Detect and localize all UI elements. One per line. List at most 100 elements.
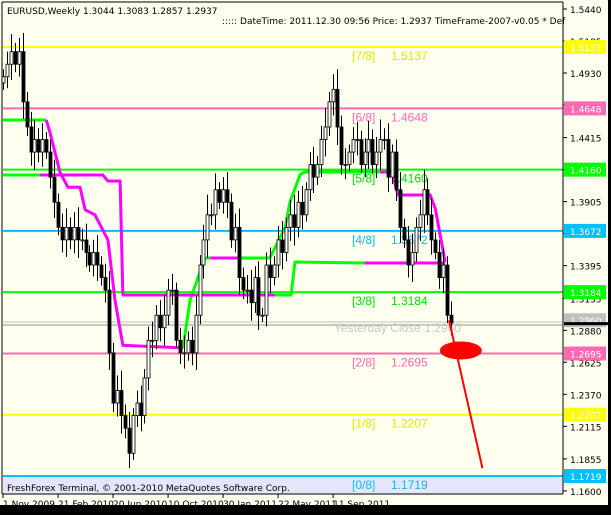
murrey-level-value: 1.5137	[391, 49, 428, 63]
bull-candle-body	[355, 139, 360, 141]
bull-candle-body	[91, 252, 96, 266]
bull-candle-body	[17, 51, 22, 65]
bull-candle-body	[422, 189, 427, 216]
bear-candle-body	[36, 139, 41, 153]
bear-candle-body	[335, 88, 340, 128]
info-line: ::::: DateTime: 2011.12.30 09:56 Price: …	[222, 17, 566, 27]
y-tick-label: 1.5440	[570, 6, 602, 16]
bear-candle-body	[190, 339, 195, 354]
chart[interactable]: [7/8] 1.5137 [6/8] 1.4648 [5/8] 1.4160 [4/8] 1.…	[0, 0, 611, 515]
bull-candle-body	[198, 264, 203, 316]
bull-candle-body	[80, 239, 85, 242]
candle	[198, 254, 203, 325]
y-tick-label: 1.2625	[570, 359, 602, 369]
bull-candle-body	[374, 151, 379, 166]
murrey-level-label: [4/8]	[352, 233, 375, 247]
y-tick-label: 1.3905	[570, 199, 602, 209]
bull-candle-body	[205, 214, 210, 241]
bull-candle-body	[154, 314, 159, 341]
bull-candle-body	[32, 139, 37, 153]
bear-candle-body	[127, 427, 132, 454]
bull-candle-body	[347, 151, 352, 166]
bull-candle-body	[135, 402, 140, 417]
bull-candle-body	[327, 101, 332, 128]
bear-candle-body	[398, 189, 403, 228]
candle	[131, 408, 136, 461]
copyright: FreshForex Terminal, © 2001-2010 MetaQuo…	[7, 484, 290, 494]
bull-candle-body	[131, 415, 136, 454]
bull-candle-body	[284, 226, 289, 253]
bear-candle-body	[249, 289, 254, 304]
bear-candle-body	[386, 139, 391, 178]
bull-candle-body	[72, 226, 77, 241]
bull-candle-body	[186, 339, 191, 354]
bull-candle-body	[170, 289, 175, 292]
bear-candle-body	[425, 189, 430, 216]
bear-candle-body	[84, 239, 89, 253]
x-tick-label: 22 May 2011	[278, 500, 337, 510]
bull-candle-body	[253, 277, 258, 304]
bull-candle-body	[331, 88, 336, 103]
bull-candle-body	[245, 289, 250, 292]
bull-candle-body	[162, 314, 167, 329]
bull-candle-body	[182, 352, 187, 355]
bear-candle-body	[402, 226, 407, 241]
candle	[445, 256, 450, 324]
murrey-level-value: 1.2207	[391, 417, 428, 431]
bull-candle-body	[201, 239, 206, 266]
bull-candle-body	[410, 252, 415, 266]
murrey-level-label: [2/8]	[352, 355, 375, 369]
bear-candle-body	[95, 252, 100, 266]
bull-candle-body	[146, 339, 151, 379]
bull-candle-body	[418, 214, 423, 228]
current-price-marker	[564, 322, 608, 326]
bull-candle-body	[264, 264, 269, 316]
x-tick-label: 30 Jan 2011	[223, 500, 277, 510]
bear-candle-body	[394, 151, 399, 191]
bear-candle-body	[406, 239, 411, 266]
bull-candle-body	[9, 51, 14, 65]
candle	[174, 282, 179, 348]
bear-candle-body	[68, 226, 73, 241]
bull-candle-body	[5, 63, 10, 78]
bear-candle-body	[300, 201, 305, 216]
y-tick-label: 1.2370	[570, 391, 602, 401]
bull-candle-body	[315, 164, 320, 178]
murrey-level-label: [3/8]	[352, 294, 375, 308]
bear-candle-body	[311, 164, 316, 178]
murrey-level-label: [1/8]	[352, 417, 375, 431]
bear-candle-body	[99, 264, 104, 278]
level-price-tag: 1.3184	[570, 289, 602, 299]
bear-candle-body	[268, 264, 273, 278]
bear-candle-body	[25, 101, 30, 128]
bear-candle-body	[429, 214, 434, 241]
y-tick-label: 1.4930	[570, 70, 602, 80]
level-price-tag: 1.1719	[570, 473, 602, 483]
bear-candle-body	[174, 289, 179, 341]
bear-candle-body	[21, 51, 26, 103]
bear-candle-body	[107, 289, 112, 354]
level-price-tag: 1.5137	[570, 44, 602, 54]
bull-candle-body	[308, 164, 313, 191]
bear-candle-body	[52, 176, 57, 203]
x-tick-label: 1 Nov 2009	[3, 500, 55, 510]
y-tick-label: 1.1600	[570, 488, 602, 498]
bear-candle-body	[370, 139, 375, 166]
bear-candle-body	[119, 390, 124, 417]
bull-candle-body	[319, 139, 324, 166]
bull-candle-body	[296, 201, 301, 228]
yesterday-close-label: Yesterday Close 1.2960	[334, 321, 461, 335]
bear-candle-body	[256, 277, 261, 316]
bull-candle-body	[150, 339, 155, 342]
bull-candle-body	[142, 377, 147, 417]
bear-candle-body	[76, 226, 81, 241]
bull-candle-body	[213, 189, 218, 216]
bull-candle-body	[441, 264, 446, 278]
bear-candle-body	[87, 252, 92, 266]
murrey-level-value: 1.4648	[391, 110, 428, 124]
bull-candle-body	[390, 151, 395, 178]
bull-candle-body	[166, 289, 171, 316]
bear-candle-body	[111, 352, 116, 404]
bear-candle-body	[359, 139, 364, 166]
bear-candle-body	[280, 239, 285, 253]
